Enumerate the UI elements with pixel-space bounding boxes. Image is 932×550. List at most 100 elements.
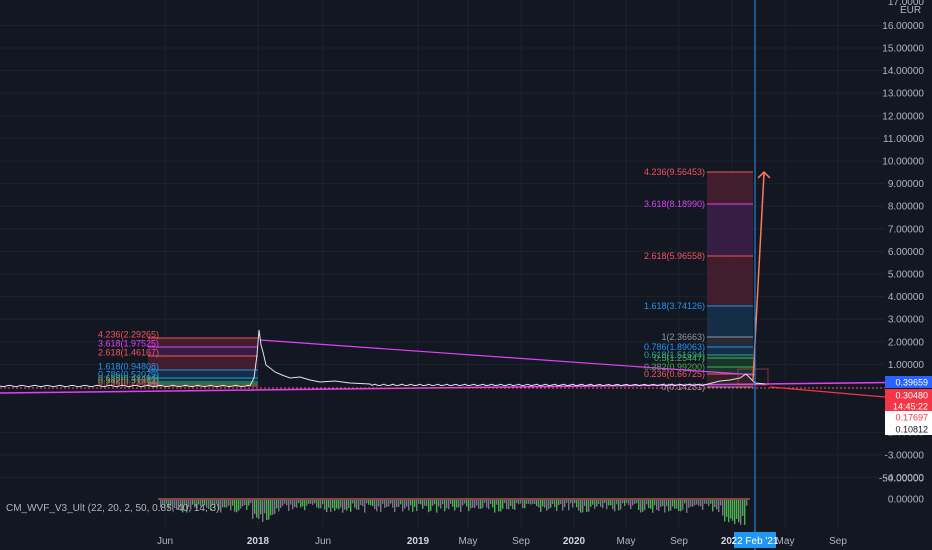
indicator-bar bbox=[660, 500, 662, 507]
indicator-bar bbox=[304, 500, 306, 511]
fib-2018-zone bbox=[148, 338, 258, 347]
indicator-bar bbox=[326, 500, 328, 513]
indicator-bar bbox=[234, 500, 236, 512]
indicator-bar bbox=[286, 500, 288, 506]
indicator-bar bbox=[502, 500, 504, 509]
indicator-bar bbox=[402, 500, 404, 512]
indicator-bar bbox=[412, 500, 414, 512]
indicator-bar bbox=[524, 500, 526, 509]
indicator-bar bbox=[230, 500, 232, 511]
indicator-bar bbox=[542, 500, 544, 507]
indicator-bar bbox=[522, 500, 524, 508]
fib-2018-zone bbox=[148, 356, 258, 370]
indicator-bar bbox=[622, 500, 624, 504]
indicator-bar bbox=[366, 500, 368, 504]
indicator-bar bbox=[712, 500, 714, 512]
chart-background bbox=[0, 0, 932, 550]
y-tick-label: 1.00000 bbox=[888, 360, 925, 371]
indicator-bar bbox=[488, 500, 490, 510]
indicator-bar bbox=[610, 500, 612, 506]
indicator-bar bbox=[302, 500, 304, 507]
indicator-bar bbox=[454, 500, 456, 511]
indicator-bar bbox=[336, 500, 338, 509]
indicator-bar bbox=[638, 500, 640, 511]
indicator-bar bbox=[532, 500, 534, 505]
indicator-bar bbox=[374, 500, 376, 509]
indicator-bar bbox=[252, 500, 254, 519]
indicator-bar bbox=[680, 500, 682, 512]
indicator-bar bbox=[708, 500, 710, 507]
indicator-bar bbox=[398, 500, 400, 507]
indicator-bar bbox=[714, 500, 716, 508]
indicator-bar bbox=[628, 500, 630, 506]
price-tag-text: 0.17697 bbox=[895, 413, 928, 423]
x-tick-label: May bbox=[459, 536, 478, 547]
indicator-bar bbox=[548, 500, 550, 510]
indicator-bar bbox=[438, 500, 440, 507]
indicator-bar bbox=[328, 500, 330, 508]
indicator-bar bbox=[240, 500, 242, 509]
indicator-bar bbox=[576, 500, 578, 508]
price-tag-text: 0.10812 bbox=[895, 425, 928, 435]
price-tag: 14:45:22 bbox=[885, 400, 932, 412]
indicator-label[interactable]: CM_WVF_V3_Ult (22, 20, 2, 50, 0.85, 40, … bbox=[6, 503, 219, 514]
price-tag: 0.39659 bbox=[885, 376, 932, 388]
indicator-bar bbox=[362, 500, 364, 507]
indicator-bar bbox=[482, 500, 484, 508]
indicator-bar bbox=[728, 500, 730, 523]
indicator-bar bbox=[526, 500, 528, 504]
indicator-bar bbox=[726, 500, 728, 517]
indicator-bar bbox=[546, 500, 548, 511]
indicator-bar bbox=[368, 500, 370, 505]
indicator-bar bbox=[420, 500, 422, 505]
indicator-bar bbox=[388, 500, 390, 507]
indicator-bar bbox=[564, 500, 566, 507]
indicator-bar bbox=[422, 500, 424, 509]
indicator-bar bbox=[586, 500, 588, 513]
indicator-bar bbox=[614, 500, 616, 512]
indicator-bar bbox=[416, 500, 418, 512]
indicator-bar bbox=[268, 500, 270, 520]
indicator-bar bbox=[600, 500, 602, 507]
indicator-bar bbox=[650, 500, 652, 509]
indicator-bar bbox=[478, 500, 480, 509]
indicator-bar bbox=[380, 500, 382, 512]
indicator-bar bbox=[280, 500, 282, 508]
indicator-bar bbox=[490, 500, 492, 504]
y-tick-label: 6.00000 bbox=[888, 247, 925, 258]
indicator-bar bbox=[446, 500, 448, 509]
indicator-bar bbox=[298, 500, 300, 504]
indicator-bar bbox=[392, 500, 394, 508]
indicator-bar bbox=[506, 500, 508, 510]
indicator-bar bbox=[358, 500, 360, 510]
x-tick-label: Sep bbox=[670, 536, 688, 547]
indicator-bar bbox=[682, 500, 684, 510]
fib-2021-level-label: 1(2.36663) bbox=[661, 332, 705, 342]
indicator-bar bbox=[654, 500, 656, 506]
indicator-bar bbox=[394, 500, 396, 513]
indicator-bar bbox=[256, 500, 258, 518]
indicator-bar bbox=[284, 500, 286, 504]
chart[interactable]: 4.236(2.29265)3.618(1.97525)2.618(1.4616… bbox=[0, 0, 932, 550]
indicator-tick-label: 0.00000 bbox=[888, 495, 925, 506]
indicator-bar bbox=[744, 500, 746, 525]
indicator-bar bbox=[626, 500, 628, 504]
indicator-bar bbox=[722, 500, 724, 516]
indicator-bar bbox=[696, 500, 698, 505]
indicator-bar bbox=[554, 500, 556, 508]
indicator-bar bbox=[700, 500, 702, 507]
indicator-bar bbox=[632, 500, 634, 506]
indicator-bar bbox=[384, 500, 386, 508]
indicator-bar bbox=[674, 500, 676, 509]
x-tick-label: May bbox=[617, 536, 636, 547]
fib-2021-level-label: 2.618(5.96558) bbox=[644, 251, 705, 261]
indicator-bar bbox=[246, 500, 248, 510]
indicator-bar bbox=[262, 500, 264, 522]
indicator-bar bbox=[248, 500, 250, 506]
indicator-bar bbox=[560, 500, 562, 505]
price-tag-text: 0.39659 bbox=[895, 378, 928, 388]
price-tag: 0.30480 bbox=[885, 389, 932, 401]
indicator-bar bbox=[706, 500, 708, 504]
x-tick-label: 2020 bbox=[563, 536, 586, 547]
indicator-bar bbox=[738, 500, 740, 523]
